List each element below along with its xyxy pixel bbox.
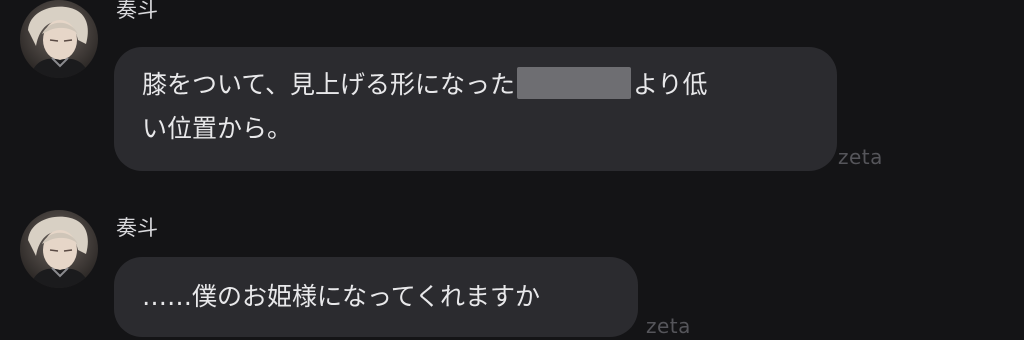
- sender-name: 奏斗: [116, 216, 158, 240]
- sender-name: 奏斗: [116, 0, 158, 22]
- character-avatar-icon: [20, 210, 98, 288]
- chat-log: 奏斗 膝をついて、見上げる形になった より低 い位置から。 zeta 奏斗 ………: [0, 0, 1024, 340]
- brand-watermark: zeta: [838, 145, 883, 169]
- message-text: 膝をついて、見上げる形になった: [142, 70, 516, 99]
- message-line: い位置から。: [142, 114, 293, 143]
- character-avatar-icon: [20, 0, 98, 78]
- redacted-block: [517, 67, 632, 99]
- brand-watermark: zeta: [646, 314, 691, 338]
- message-bubble[interactable]: ……僕のお姫様になってくれますか: [114, 257, 638, 337]
- message-text: ……僕のお姫様になってくれますか: [142, 282, 541, 311]
- message-bubble[interactable]: 膝をついて、見上げる形になった より低 い位置から。: [114, 47, 837, 171]
- avatar[interactable]: [20, 210, 98, 288]
- avatar[interactable]: [20, 0, 98, 78]
- message-line: 膝をついて、見上げる形になった より低: [142, 63, 811, 107]
- message-text: より低: [633, 70, 708, 99]
